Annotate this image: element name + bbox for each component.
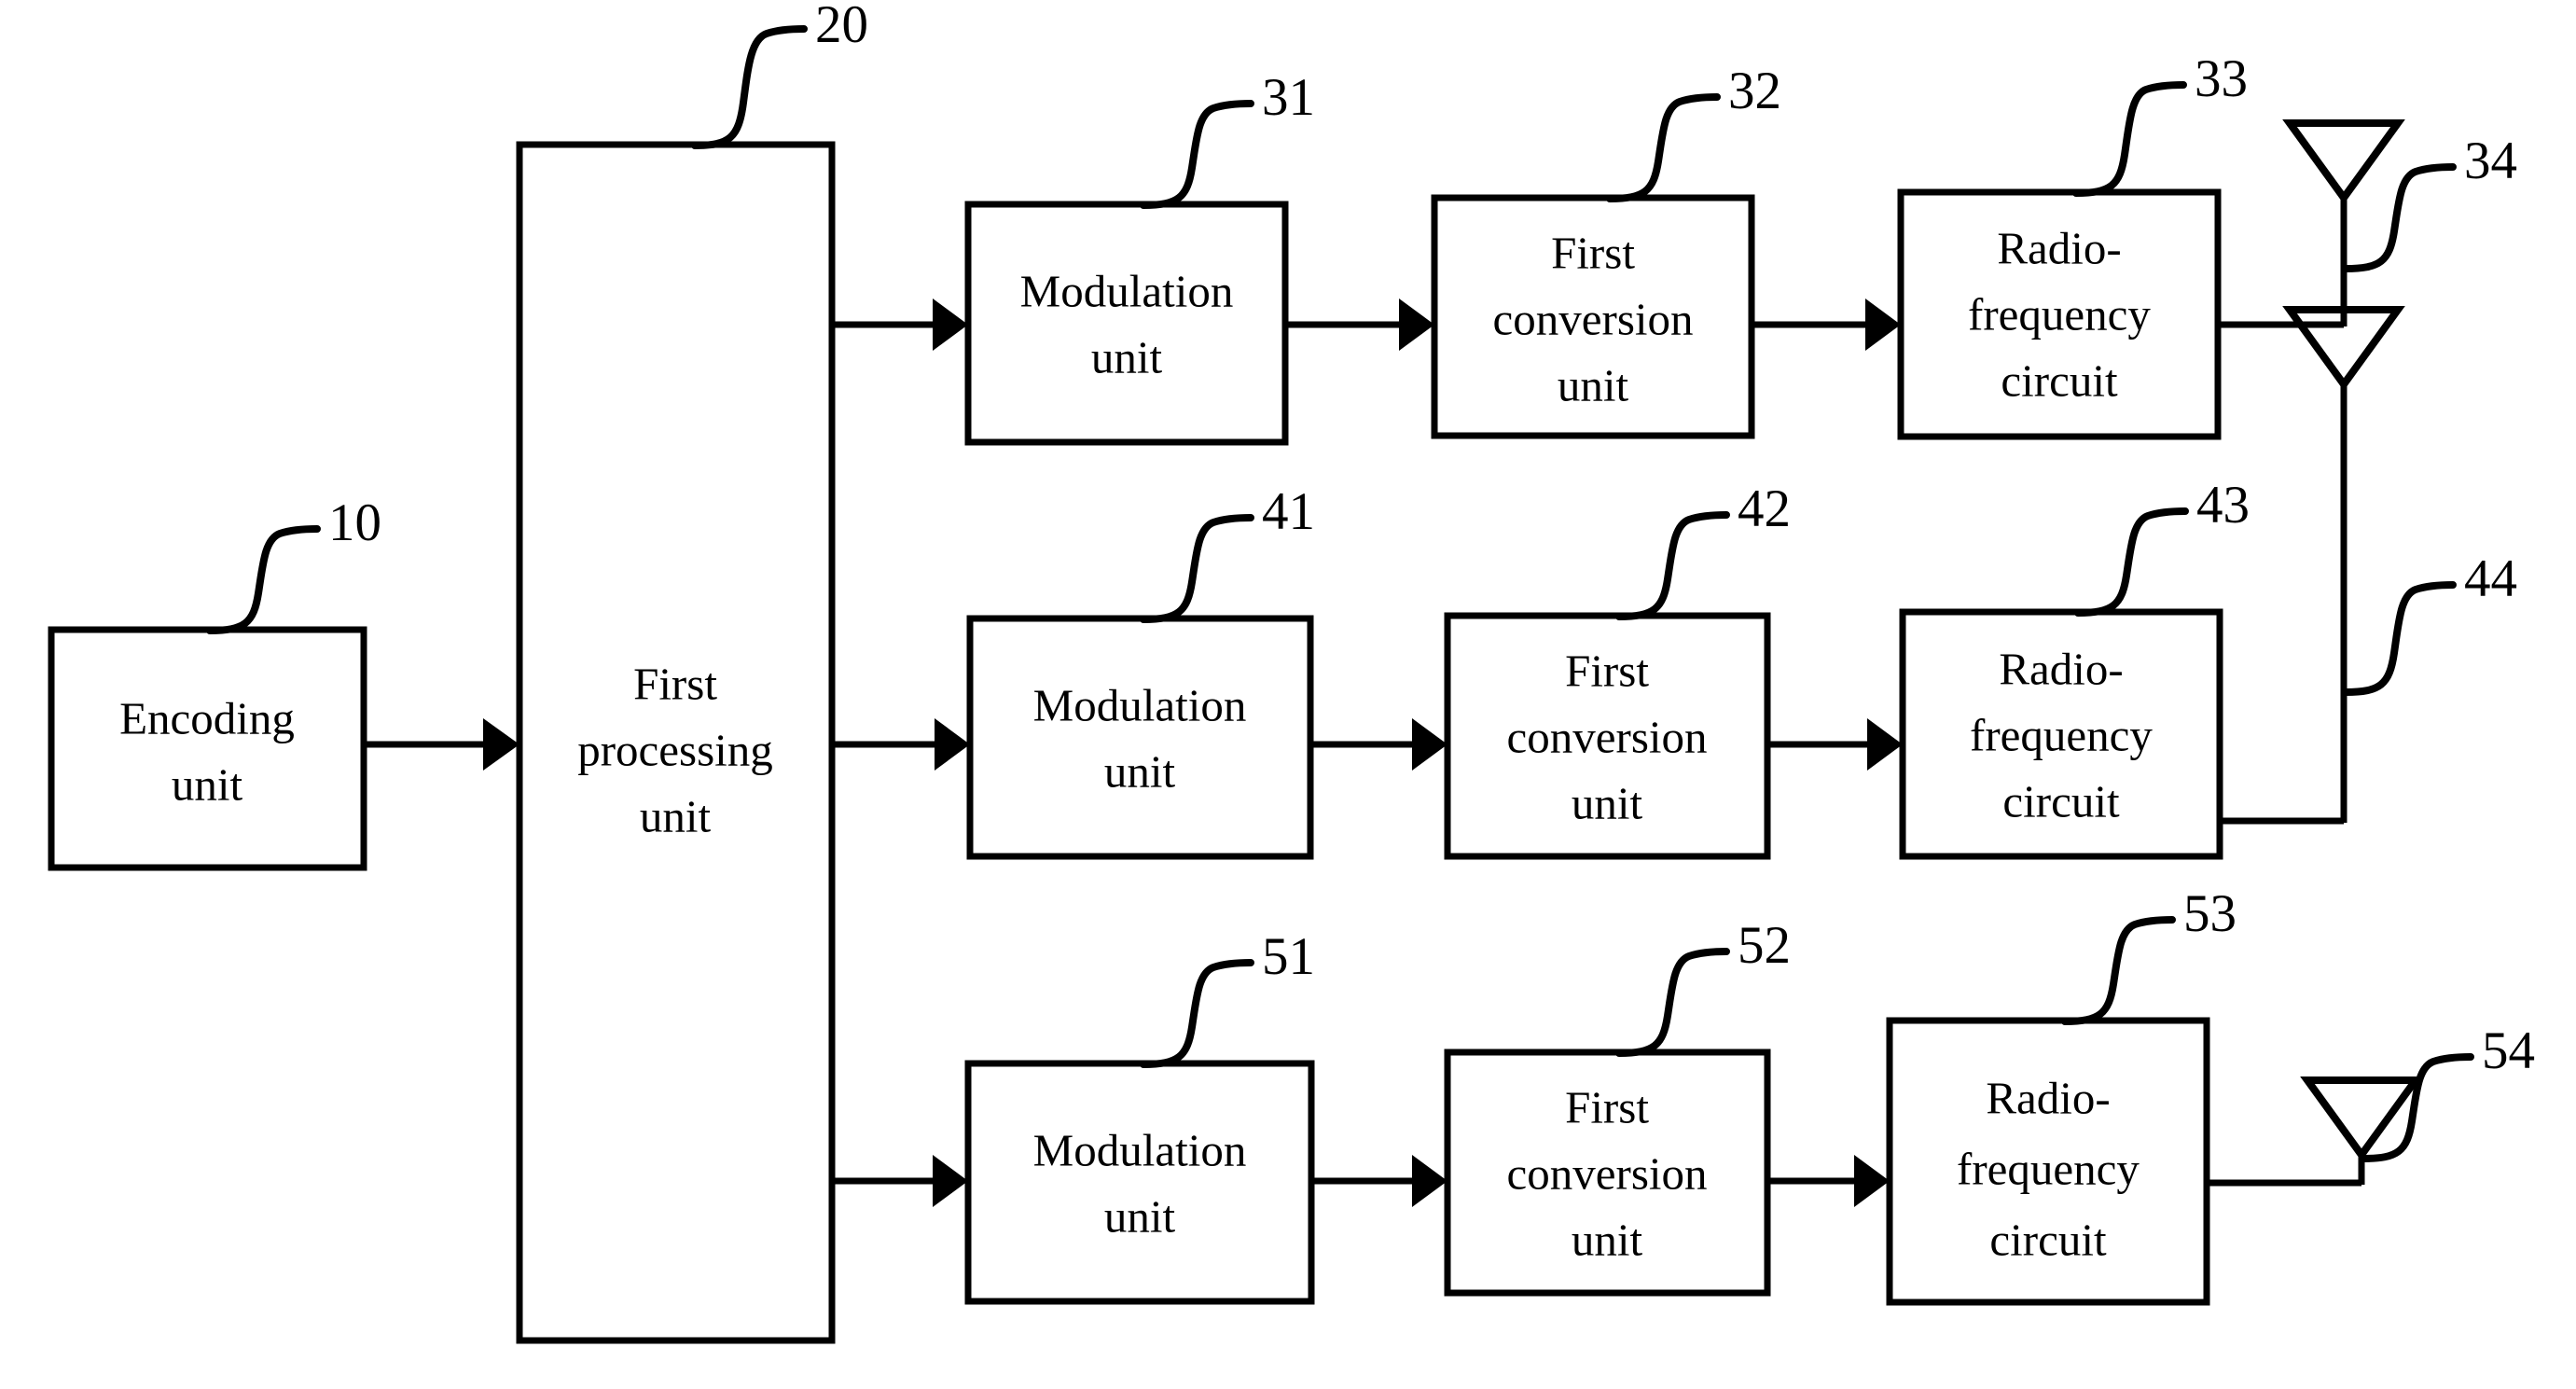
antenna-44-leader-line <box>2342 581 2457 696</box>
modulation-unit-41-leader-line <box>1140 514 1254 623</box>
first-conversion-unit-32-leader-line <box>1606 93 1721 202</box>
antenna-34: 34 <box>2218 119 2517 328</box>
ref-number-43: 43 <box>2196 476 2250 535</box>
ref-number-31: 31 <box>1262 68 1315 127</box>
antenna-54: 54 <box>2207 1021 2535 1187</box>
antenna-34-triangle-icon <box>2282 119 2405 204</box>
first-conversion-unit-42-label-line3: unit <box>1572 777 1643 828</box>
first-conversion-unit-42-block: First conversion unit 42 <box>1444 479 1791 860</box>
radio-frequency-circuit-43-label-line1: Radio- <box>1999 643 2123 694</box>
first-conversion-unit-52-block: First conversion unit 52 <box>1444 916 1791 1297</box>
antenna-34-leader-line <box>2342 163 2457 272</box>
modulation-unit-51-label-line1: Modulation <box>1033 1124 1247 1175</box>
antenna-54-triangle-icon <box>2300 1076 2423 1161</box>
ref-number-44: 44 <box>2464 549 2517 608</box>
radio-frequency-circuit-33-leader-line <box>2072 81 2187 197</box>
antenna-44: 44 <box>2220 306 2517 825</box>
modulation-unit-51-box <box>964 1060 1315 1305</box>
arrow-modulation-to-conversion-42 <box>1310 718 1447 771</box>
modulation-unit-41-box <box>966 615 1314 860</box>
ref-number-34: 34 <box>2464 132 2517 190</box>
first-conversion-unit-52-label-line2: conversion <box>1507 1147 1708 1199</box>
radio-frequency-circuit-53-label-line3: circuit <box>1989 1214 2107 1265</box>
radio-frequency-circuit-43-label-line2: frequency <box>1970 709 2153 760</box>
modulation-unit-41-block: Modulation unit 41 <box>966 482 1315 860</box>
ref-number-41: 41 <box>1262 482 1315 541</box>
arrow-conversion-to-radio-43 <box>1767 718 1903 771</box>
radio-frequency-circuit-43-block: Radio- frequency circuit 43 <box>1899 476 2250 860</box>
radio-frequency-circuit-43-label-line3: circuit <box>2002 775 2120 826</box>
first-processing-unit-label-line2: processing <box>577 724 773 775</box>
modulation-unit-31-label-line2: unit <box>1091 331 1163 382</box>
modulation-unit-31-box <box>964 201 1289 446</box>
first-conversion-unit-42-label-line1: First <box>1565 645 1649 696</box>
ref-number-20: 20 <box>815 0 868 54</box>
patent-figure-block-diagram: Encoding unit 10 First processing unit 2… <box>0 0 2576 1389</box>
radio-frequency-circuit-33-label-line2: frequency <box>1968 288 2151 340</box>
first-processing-unit-label-line3: unit <box>640 790 712 841</box>
arrow-encoding-to-processing <box>364 718 519 771</box>
arrow-modulation-to-conversion-32 <box>1285 299 1434 351</box>
first-processing-unit-leader-line <box>691 25 808 149</box>
encoding-unit-box <box>48 626 367 871</box>
modulation-unit-31-block: Modulation unit 31 <box>964 68 1315 446</box>
modulation-unit-51-block: Modulation unit 51 <box>964 927 1315 1305</box>
first-conversion-unit-52-label-line1: First <box>1565 1081 1649 1132</box>
first-conversion-unit-32-label-line3: unit <box>1558 359 1629 410</box>
radio-frequency-circuit-33-block: Radio- frequency circuit 33 <box>1897 49 2248 440</box>
radio-frequency-circuit-53-leader-line <box>2061 916 2176 1025</box>
modulation-unit-51-label-line2: unit <box>1104 1190 1176 1242</box>
ref-number-32: 32 <box>1728 62 1781 120</box>
encoding-unit-label-line2: unit <box>172 758 243 810</box>
arrow-conversion-to-radio-33 <box>1752 299 1901 351</box>
radio-frequency-circuit-33-label-line1: Radio- <box>1997 222 2121 273</box>
ref-number-52: 52 <box>1738 916 1791 975</box>
radio-frequency-circuit-33-label-line3: circuit <box>2001 354 2118 406</box>
first-conversion-unit-52-leader-line <box>1615 948 1730 1057</box>
radio-frequency-circuit-43-leader-line <box>2074 507 2189 617</box>
modulation-unit-51-leader-line <box>1140 959 1254 1068</box>
ref-number-53: 53 <box>2183 884 2237 943</box>
first-conversion-unit-32-block: First conversion unit 32 <box>1431 62 1781 439</box>
ref-number-54: 54 <box>2482 1021 2535 1080</box>
antenna-54-leader-line <box>2360 1053 2474 1162</box>
ref-number-42: 42 <box>1738 479 1791 538</box>
ref-number-10: 10 <box>328 493 381 552</box>
first-conversion-unit-32-label-line2: conversion <box>1493 293 1694 344</box>
arrow-processing-to-modulation-31 <box>832 299 968 351</box>
first-processing-unit-block: First processing unit 20 <box>516 0 868 1344</box>
modulation-unit-41-label-line2: unit <box>1104 745 1176 797</box>
modulation-unit-31-leader-line <box>1140 100 1254 209</box>
arrow-processing-to-modulation-41 <box>832 718 970 771</box>
arrow-modulation-to-conversion-52 <box>1311 1155 1447 1207</box>
first-conversion-unit-32-label-line1: First <box>1551 227 1635 278</box>
modulation-unit-41-label-line1: Modulation <box>1033 679 1247 730</box>
encoding-unit-label-line1: Encoding <box>119 692 295 743</box>
first-conversion-unit-42-leader-line <box>1615 511 1730 620</box>
radio-frequency-circuit-53-block: Radio- frequency circuit 53 <box>1886 884 2237 1306</box>
first-conversion-unit-42-label-line2: conversion <box>1507 711 1708 762</box>
first-conversion-unit-52-label-line3: unit <box>1572 1214 1643 1265</box>
diagram-canvas: Encoding unit 10 First processing unit 2… <box>48 0 2535 1344</box>
ref-number-51: 51 <box>1262 927 1315 986</box>
first-processing-unit-label-line1: First <box>633 658 717 709</box>
radio-frequency-circuit-53-label-line1: Radio- <box>1986 1072 2110 1123</box>
modulation-unit-31-label-line1: Modulation <box>1020 265 1234 316</box>
radio-frequency-circuit-53-label-line2: frequency <box>1957 1143 2140 1194</box>
arrow-conversion-to-radio-53 <box>1767 1155 1890 1207</box>
encoding-unit-block: Encoding unit 10 <box>48 493 381 871</box>
arrow-processing-to-modulation-51 <box>832 1155 968 1207</box>
encoding-unit-leader-line <box>206 525 321 634</box>
ref-number-33: 33 <box>2195 49 2248 108</box>
